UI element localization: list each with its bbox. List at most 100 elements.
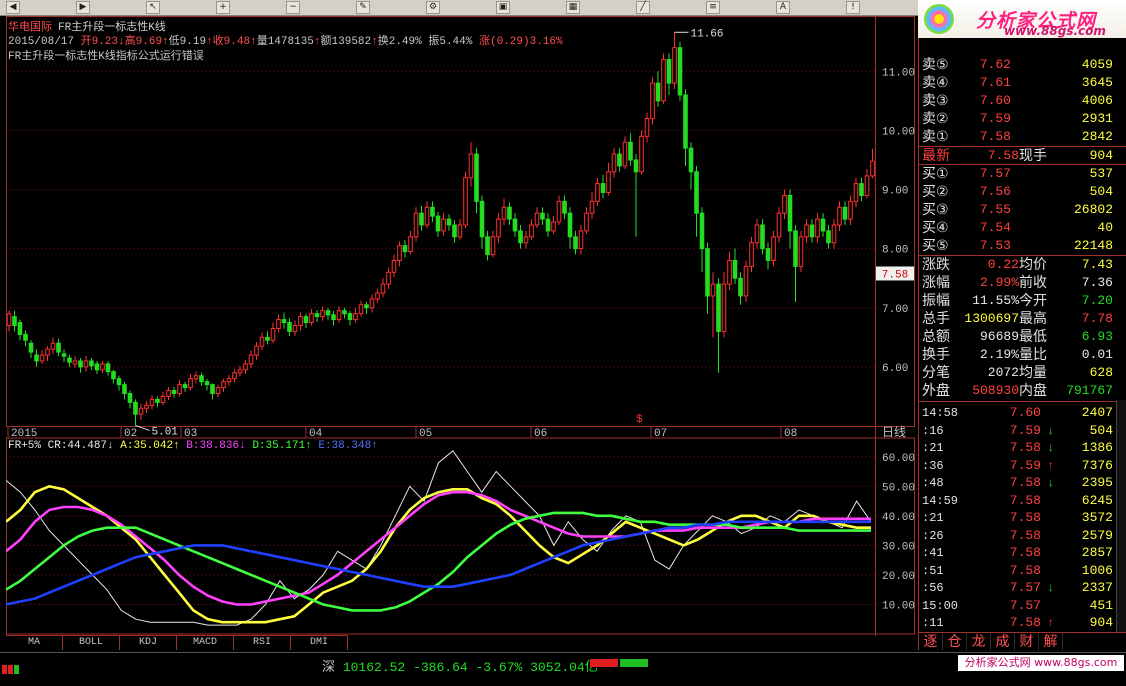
candle-body [859, 183, 864, 196]
gear-icon[interactable]: ⚙ [426, 1, 440, 14]
window-icon[interactable]: ▣ [496, 1, 510, 14]
indicator-line-d [6, 511, 871, 612]
chart-svg[interactable]: 11.00 10.00 9.00 8.00 7.00 6.00 7.58 11.66 5.01 $… [6, 16, 916, 636]
tab-dmi[interactable]: DMI [291, 635, 348, 650]
quote-label2: 量比 [1019, 347, 1047, 363]
price-axis-label: 10.00 [882, 126, 915, 138]
quote-volume: 26802 [1073, 202, 1113, 217]
panel-tab[interactable]: 成 [991, 633, 1015, 651]
candle-body [842, 206, 848, 220]
candle-body [380, 283, 386, 294]
tick-price: 7.58 [1009, 545, 1041, 560]
forward-icon[interactable]: ▶ [76, 1, 90, 14]
candle-body [809, 224, 815, 238]
candle-body [639, 135, 644, 173]
quote-value: 1300697 [964, 311, 1019, 326]
tick-volume: 2407 [1081, 405, 1113, 420]
index-change: -386.64 [413, 660, 468, 675]
outer-inner-row: 外盘 508930 内盘 791767 [919, 382, 1126, 400]
tick-volume: 1006 [1081, 562, 1113, 578]
zoom-in-icon[interactable]: + [216, 1, 230, 14]
candle-body [193, 375, 199, 380]
candle-body [606, 171, 611, 193]
tick-row: :21 7.58 3572 [919, 509, 1126, 527]
tool-icon[interactable]: ✎ [356, 1, 370, 14]
stat-row: 涨幅 2.99% 前收 7.36 [919, 274, 1126, 292]
sell-level: 卖③ 7.60 4006 [919, 92, 1126, 110]
candle-body [402, 245, 408, 253]
panel-tab[interactable]: 仓 [943, 633, 967, 651]
tab-rsi[interactable]: RSI [234, 635, 291, 650]
panel-tab[interactable]: 财 [1015, 633, 1039, 651]
candle-body [369, 298, 375, 309]
candle-body [710, 283, 716, 297]
alert-icon[interactable]: ! [846, 1, 860, 14]
candle-body [78, 360, 83, 368]
candle-body [221, 381, 226, 389]
candle-body [149, 398, 155, 406]
candle-body [600, 183, 606, 193]
tick-volume: 2857 [1081, 545, 1113, 560]
tab-ma[interactable]: MA [6, 635, 63, 650]
cursor-icon[interactable]: ↖ [146, 1, 160, 14]
tick-volume: 504 [1089, 422, 1113, 438]
chart-icon[interactable]: ▦ [566, 1, 580, 14]
panel-tab[interactable]: 逐 [919, 633, 943, 651]
close-value: 9.48 [223, 36, 251, 48]
candle-body [490, 236, 496, 256]
tab-boll[interactable]: BOLL [63, 635, 120, 650]
line-icon[interactable]: ╱ [636, 1, 650, 14]
candle-body [595, 183, 600, 202]
panel-tab[interactable]: 龙 [967, 633, 991, 651]
tick-volume: 904 [1089, 615, 1113, 630]
tick-scrollbar[interactable] [1116, 400, 1126, 632]
candle-body [452, 224, 457, 238]
date-axis-label: 03 [184, 428, 197, 440]
market-label: 深 [322, 660, 336, 675]
quote-volume: 4059 [1081, 57, 1113, 72]
tick-price: 7.58 [1009, 510, 1041, 525]
candle-body [666, 58, 672, 84]
indicator-axis-label: 50.00 [882, 482, 915, 494]
quote-value2: 7.43 [1081, 257, 1113, 272]
quote-value2: 7.20 [1081, 293, 1113, 308]
indicator-axis-label: 10.00 [882, 600, 915, 612]
panel-tab[interactable]: 解 [1039, 633, 1063, 651]
candle-body [325, 310, 331, 316]
text-icon[interactable]: A [776, 1, 790, 14]
quote-price: 7.58 [979, 129, 1011, 144]
candle-body [309, 313, 314, 324]
quote-label: 买⑤ [922, 238, 949, 254]
flower-logo-icon [924, 4, 954, 34]
candle-body [6, 313, 12, 327]
decline-bar [620, 659, 648, 667]
tick-row: :26 7.58 2579 [919, 527, 1126, 545]
quote-value2: 904 [1089, 148, 1113, 163]
candle-body [358, 304, 364, 315]
back-icon[interactable]: ◀ [6, 1, 20, 14]
candle-body [397, 245, 402, 261]
arrow-down-icon: ↓ [1047, 581, 1055, 595]
candle-body [562, 200, 567, 214]
main-chart-area[interactable]: 11.00 10.00 9.00 8.00 7.00 6.00 7.58 11.66 5.01 $… [6, 16, 916, 636]
candle-body [870, 160, 875, 177]
zoom-out-icon[interactable]: − [286, 1, 300, 14]
period-label[interactable]: 日线 [882, 425, 906, 439]
candle-body [457, 224, 463, 238]
quote-volume: 537 [1089, 166, 1113, 181]
index-amount: 3052.04亿 [530, 660, 598, 675]
tick-price: 7.58 [1009, 562, 1041, 578]
quote-value: 2.99% [979, 275, 1019, 290]
quote-price: 7.61 [979, 75, 1011, 90]
tick-row: :16 7.59 ↓ 504 [919, 422, 1126, 440]
candle-body [820, 218, 826, 232]
fib-icon[interactable]: ≡ [706, 1, 720, 14]
indicator-axis-label: 40.00 [882, 512, 915, 524]
candle-body [67, 357, 72, 363]
tick-price: 7.58 [1009, 615, 1041, 630]
tab-macd[interactable]: MACD [177, 635, 234, 650]
tab-kdj[interactable]: KDJ [120, 635, 177, 650]
quote-value2: 0.01 [1081, 347, 1113, 362]
candle-body [331, 314, 336, 321]
indicator-name: FR+5% [8, 440, 42, 452]
